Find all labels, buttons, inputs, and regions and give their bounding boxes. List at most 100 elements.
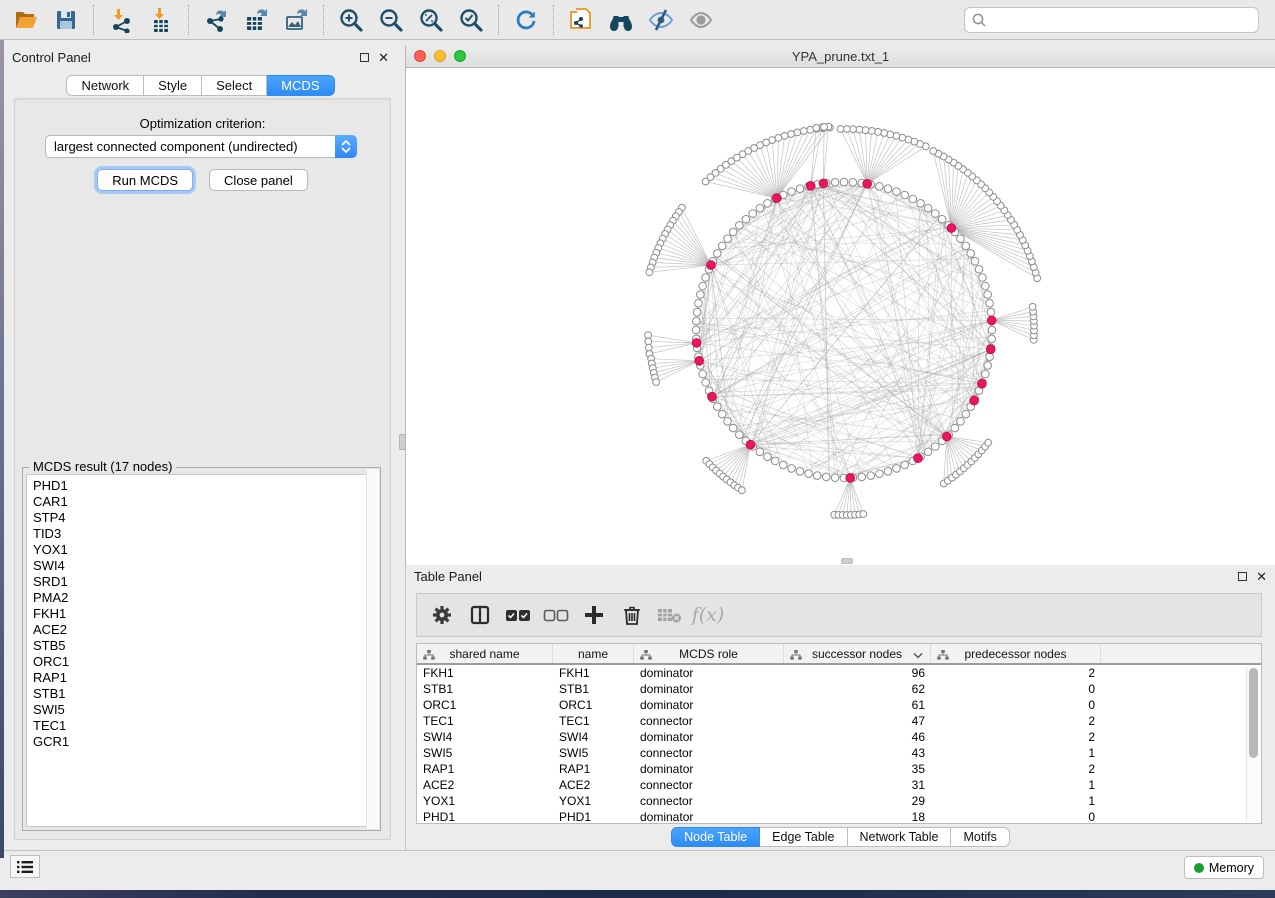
add-icon xyxy=(583,604,605,626)
export-network-button[interactable] xyxy=(196,3,236,37)
table-cell: 62 xyxy=(784,682,931,696)
mcds-result-item[interactable]: SWI4 xyxy=(33,558,376,574)
add-column-button[interactable] xyxy=(577,598,611,632)
hide-selected-button[interactable] xyxy=(641,3,681,37)
run-mcds-button[interactable]: Run MCDS xyxy=(97,169,193,191)
function-builder-icon: f(x) xyxy=(692,604,725,626)
tab-network-table[interactable]: Network Table xyxy=(848,827,952,847)
horizontal-splitter-handle[interactable] xyxy=(841,558,853,564)
delete-table-button[interactable] xyxy=(653,598,687,632)
import-network-icon xyxy=(108,7,134,33)
tab-mcds[interactable]: MCDS xyxy=(267,75,334,96)
mcds-result-item[interactable]: ACE2 xyxy=(33,622,376,638)
tab-network[interactable]: Network xyxy=(66,75,144,96)
mcds-result-item[interactable]: ORC1 xyxy=(33,654,376,670)
tab-node-table[interactable]: Node Table xyxy=(671,827,760,847)
table-panel: Table Panel ✕ xyxy=(405,565,1275,850)
clone-network-button[interactable] xyxy=(561,3,601,37)
mcds-result-item[interactable]: SRD1 xyxy=(33,574,376,590)
search-box[interactable] xyxy=(964,7,1259,33)
column-header-shared-name[interactable]: shared name xyxy=(417,644,553,663)
table-row[interactable]: STB1STB1dominator620 xyxy=(417,681,1261,697)
hide-selected-icon xyxy=(647,8,675,32)
float-panel-icon[interactable] xyxy=(1238,572,1247,581)
import-network-button[interactable] xyxy=(101,3,141,37)
show-columns-button[interactable] xyxy=(463,598,497,632)
clone-network-icon xyxy=(568,7,594,33)
table-row[interactable]: ORC1ORC1dominator610 xyxy=(417,697,1261,713)
mcds-list-scrollbar[interactable] xyxy=(366,469,379,829)
network-canvas[interactable] xyxy=(406,68,1275,565)
mcds-result-list[interactable]: PHD1CAR1STP4TID3YOX1SWI4SRD1PMA2FKH1ACE2… xyxy=(26,474,377,827)
export-image-icon xyxy=(283,7,309,33)
search-input[interactable] xyxy=(987,11,1252,28)
mcds-result-item[interactable]: YOX1 xyxy=(33,542,376,558)
refresh-button[interactable] xyxy=(506,3,546,37)
table-row[interactable]: SWI4SWI4dominator462 xyxy=(417,729,1261,745)
table-row[interactable]: PHD1PHD1dominator180 xyxy=(417,809,1261,824)
memory-label: Memory xyxy=(1209,861,1254,875)
export-image-button[interactable] xyxy=(276,3,316,37)
table-settings-button[interactable] xyxy=(425,598,459,632)
zoom-out-button[interactable] xyxy=(371,3,411,37)
zoom-fit-button[interactable] xyxy=(411,3,451,37)
tab-select[interactable]: Select xyxy=(202,75,267,96)
deselect-all-button[interactable] xyxy=(539,598,573,632)
table-row[interactable]: TEC1TEC1connector472 xyxy=(417,713,1261,729)
function-builder-button[interactable]: f(x) xyxy=(691,598,725,632)
mcds-result-item[interactable]: CAR1 xyxy=(33,494,376,510)
column-header-successor-nodes[interactable]: successor nodes xyxy=(784,644,931,663)
table-scrollbar-thumb[interactable] xyxy=(1249,668,1258,758)
mcds-result-item[interactable]: STB5 xyxy=(33,638,376,654)
mcds-result-item[interactable]: RAP1 xyxy=(33,670,376,686)
export-table-button[interactable] xyxy=(236,3,276,37)
table-scrollbar[interactable] xyxy=(1246,667,1260,822)
memory-status-icon xyxy=(1194,863,1204,873)
delete-column-button[interactable] xyxy=(615,598,649,632)
gear-icon xyxy=(431,604,453,626)
zoom-in-button[interactable] xyxy=(331,3,371,37)
open-button[interactable] xyxy=(6,3,46,37)
mcds-tab-content: Optimization criterion: largest connecte… xyxy=(14,98,391,840)
mcds-result-item[interactable]: STB1 xyxy=(33,686,376,702)
column-header-predecessor-nodes[interactable]: predecessor nodes xyxy=(931,644,1101,663)
mcds-result-item[interactable]: STP4 xyxy=(33,510,376,526)
binoculars-button[interactable] xyxy=(601,3,641,37)
show-panels-button[interactable] xyxy=(10,855,40,878)
mcds-result-item[interactable]: FKH1 xyxy=(33,606,376,622)
column-header-name[interactable]: name xyxy=(553,644,634,663)
vertical-splitter-handle[interactable] xyxy=(399,434,406,450)
table-row[interactable]: SWI5SWI5connector431 xyxy=(417,745,1261,761)
memory-button[interactable]: Memory xyxy=(1184,856,1264,879)
table-cell: 2 xyxy=(931,762,1101,776)
show-all-button[interactable] xyxy=(681,3,721,37)
import-table-button[interactable] xyxy=(141,3,181,37)
mcds-result-item[interactable]: PMA2 xyxy=(33,590,376,606)
table-row[interactable]: FKH1FKH1dominator962 xyxy=(417,665,1261,681)
column-header-MCDS-role[interactable]: MCDS role xyxy=(634,644,784,663)
table-row[interactable]: ACE2ACE2connector311 xyxy=(417,777,1261,793)
float-panel-icon[interactable] xyxy=(360,53,369,62)
mcds-result-item[interactable]: TID3 xyxy=(33,526,376,542)
criterion-dropdown[interactable]: largest connected component (undirected) xyxy=(45,135,357,158)
close-panel-button[interactable]: Close panel xyxy=(209,169,308,191)
tab-motifs[interactable]: Motifs xyxy=(951,827,1009,847)
select-all-button[interactable] xyxy=(501,598,535,632)
table-row[interactable]: RAP1RAP1dominator352 xyxy=(417,761,1261,777)
close-panel-icon[interactable]: ✕ xyxy=(378,51,389,64)
close-panel-icon[interactable]: ✕ xyxy=(1256,570,1267,583)
tab-edge-table[interactable]: Edge Table xyxy=(760,827,847,847)
table-row[interactable]: YOX1YOX1connector291 xyxy=(417,793,1261,809)
tab-style[interactable]: Style xyxy=(144,75,202,96)
mcds-result-item[interactable]: TEC1 xyxy=(33,718,376,734)
node-table: shared namenameMCDS rolesuccessor nodesp… xyxy=(416,643,1262,824)
zoom-selected-button[interactable] xyxy=(451,3,491,37)
mcds-result-item[interactable]: PHD1 xyxy=(33,478,376,494)
table-cell: STB1 xyxy=(553,682,634,696)
save-button[interactable] xyxy=(46,3,86,37)
mcds-result-item[interactable]: GCR1 xyxy=(33,734,376,750)
mcds-result-item[interactable]: SWI5 xyxy=(33,702,376,718)
table-cell: connector xyxy=(634,794,784,808)
table-cell: dominator xyxy=(634,810,784,824)
table-cell: SWI4 xyxy=(553,730,634,744)
